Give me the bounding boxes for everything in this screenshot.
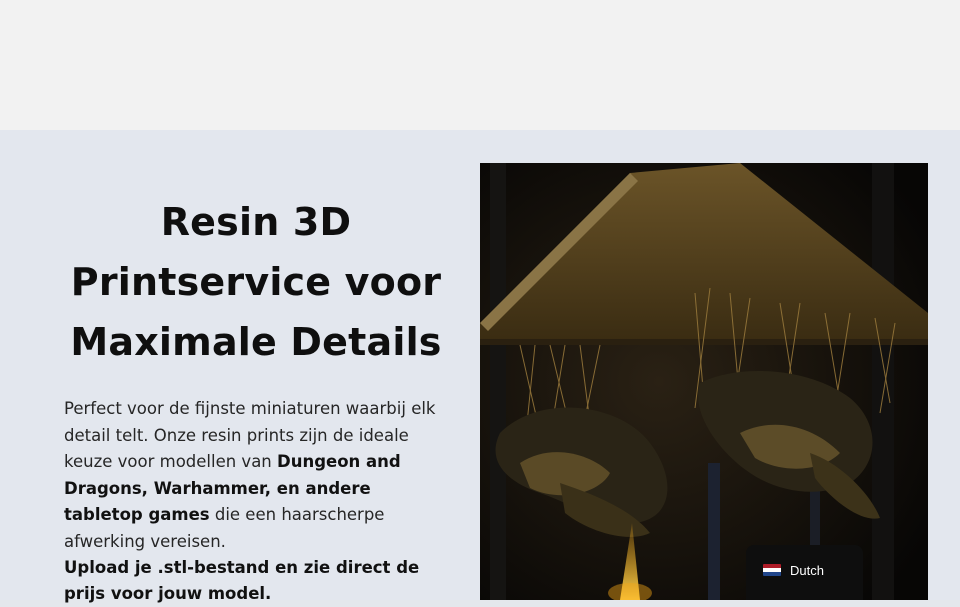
hero-section: Resin 3D Printservice voor Maximale Deta…: [0, 130, 960, 603]
top-banner-area: [0, 0, 960, 130]
language-label: Dutch: [790, 563, 824, 578]
hero-title: Resin 3D Printservice voor Maximale Deta…: [70, 200, 442, 364]
hero-description: Perfect voor de fijnste miniaturen waarb…: [64, 396, 454, 555]
resin-printer-photo: [480, 163, 928, 600]
hero-upload-cta: Upload je .stl-bestand en zie direct de …: [64, 558, 420, 603]
language-switcher[interactable]: Dutch: [746, 545, 863, 600]
netherlands-flag-icon: [763, 564, 781, 576]
resin-printer-illustration: [480, 163, 928, 600]
